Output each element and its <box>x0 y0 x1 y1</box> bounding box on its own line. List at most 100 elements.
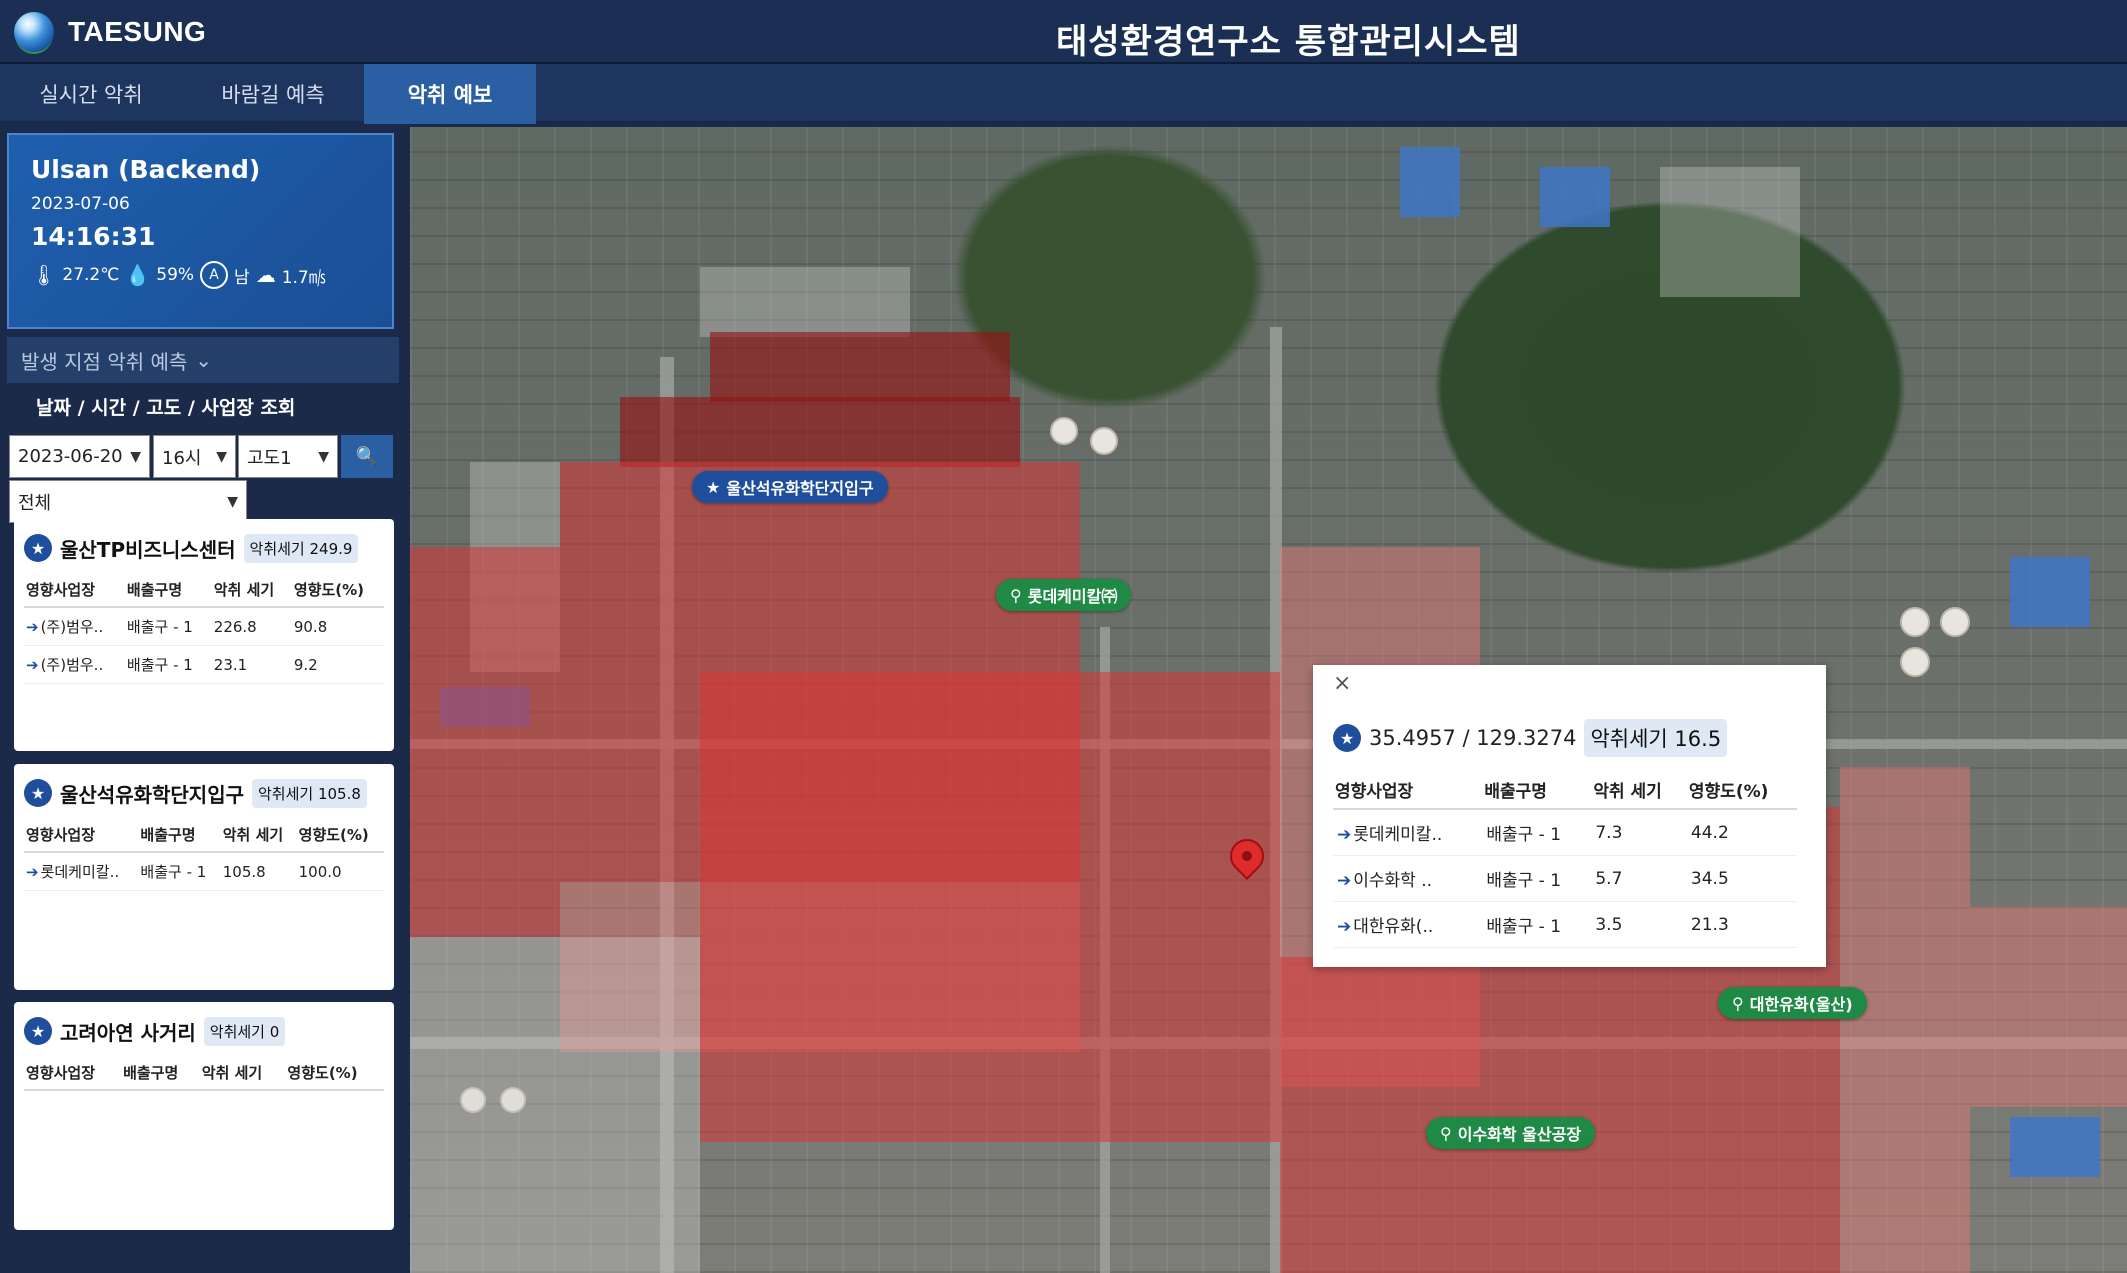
table-row[interactable]: ➔ 롯데케미칼.. 배출구 - 1 105.8 100.0 <box>24 852 384 891</box>
cell-outlet: 배출구 - 1 <box>124 645 212 684</box>
impact-table: 영향사업장 배출구명 악취 세기 영향도(%) <box>24 1056 384 1091</box>
link-arrow-icon: ➔ <box>26 863 39 881</box>
impact-table: 영향사업장 배출구명 악취 세기 영향도(%) ➔ (주)범우.. 배출구 - 1… <box>24 573 384 684</box>
cell-impact: 9.2 <box>291 645 384 684</box>
map-tank <box>1900 647 1930 677</box>
wind-speed-value: 1.7㎧ <box>281 267 326 288</box>
map-tank <box>1940 607 1970 637</box>
globe-logo-icon <box>14 12 54 52</box>
map-building <box>1540 167 1610 227</box>
heatmap-cell <box>410 547 560 937</box>
map-tank <box>1090 427 1118 455</box>
search-icon: 🔍 <box>355 446 379 467</box>
table-row[interactable]: ➔ 롯데케미칼.. 배출구 - 1 7.3 44.2 <box>1333 809 1797 856</box>
link-arrow-icon: ➔ <box>1337 871 1352 891</box>
col-header: 영향도(%) <box>291 573 384 608</box>
cell-strength: 5.7 <box>1591 855 1687 902</box>
location-pin-icon: ⚲ <box>1732 993 1744 1013</box>
station-card: ★ 고려아연 사거리 악취세기 0 영향사업장 배출구명 악취 세기 영향도(%… <box>14 1002 394 1230</box>
compass-icon: A <box>200 261 229 289</box>
station-title: 고려아연 사거리 <box>60 1020 196 1045</box>
col-header: 배출구명 <box>1482 771 1592 810</box>
date-select-value: 2023-06-20 <box>18 446 123 467</box>
main-tabs: 실시간 악취 바람길 예측 악취 예보 <box>0 64 2127 124</box>
satellite-map[interactable]: ★ 울산석유화학단지입구 ⚲ 롯데케미칼㈜ ⚲ 대한유화(울산) ⚲ 이수화학 … <box>410 127 2127 1273</box>
query-label: 날짜 / 시간 / 고도 / 사업장 조회 <box>36 397 296 419</box>
location-time: 14:16:31 <box>31 222 156 251</box>
thermometer-icon: 🌡 <box>31 263 57 287</box>
hour-select[interactable]: 16시 ▼ <box>153 435 236 478</box>
cell-business: (주)범우.. <box>40 618 104 636</box>
impact-table: 영향사업장 배출구명 악취 세기 영향도(%) ➔ 롯데케미칼.. 배출구 - 1… <box>24 818 384 891</box>
cell-impact: 100.0 <box>296 852 384 891</box>
table-row[interactable]: ➔ (주)범우.. 배출구 - 1 226.8 90.8 <box>24 607 384 646</box>
station-card: ★ 울산석유화학단지입구 악취세기 105.8 영향사업장 배출구명 악취 세기… <box>14 764 394 990</box>
link-arrow-icon: ➔ <box>1337 825 1352 845</box>
heatmap-cell <box>1840 767 1970 1273</box>
map-marker-isu[interactable]: ⚲ 이수화학 울산공장 <box>1426 1117 1596 1149</box>
cell-outlet: 배출구 - 1 <box>1482 809 1592 856</box>
col-header: 영향사업장 <box>24 1056 122 1091</box>
heatmap-cell <box>620 397 1020 467</box>
col-header: 영향도(%) <box>296 818 384 853</box>
map-tank <box>1900 607 1930 637</box>
map-building <box>2010 557 2090 627</box>
cell-impact: 34.5 <box>1686 855 1797 902</box>
brand-logo[interactable]: TAESUNG <box>14 12 206 52</box>
odor-strength-badge: 악취세기 105.8 <box>252 778 367 808</box>
table-row[interactable]: ➔ 대한유화(.. 배출구 - 1 3.5 21.3 <box>1333 901 1797 948</box>
altitude-select-value: 고도1 <box>247 447 292 469</box>
heatmap-cell <box>700 672 1280 1142</box>
cell-business: (주)범우.. <box>40 656 104 674</box>
cell-impact: 44.2 <box>1686 809 1797 856</box>
heatmap-cell <box>1660 167 1800 297</box>
odor-strength-badge: 악취세기 249.9 <box>243 533 359 563</box>
map-marker-site-entrance[interactable]: ★ 울산석유화학단지입구 <box>692 471 888 503</box>
station-title: 울산석유화학단지입구 <box>60 782 244 807</box>
weather-row: 🌡 27.2℃ 💧 59% A 남 ☁ 1.7㎧ <box>31 261 370 289</box>
table-row[interactable]: ➔ 이수화학 .. 배출구 - 1 5.7 34.5 <box>1333 855 1797 902</box>
link-arrow-icon: ➔ <box>26 656 39 674</box>
star-icon: ★ <box>24 1017 52 1045</box>
col-header: 영향도(%) <box>1686 771 1797 810</box>
date-select[interactable]: 2023-06-20 ▼ <box>9 435 150 478</box>
cell-business: 롯데케미칼.. <box>1353 825 1443 845</box>
cell-business: 이수화학 .. <box>1353 871 1433 891</box>
cell-strength: 23.1 <box>211 645 292 684</box>
chevron-down-icon: ▼ <box>318 448 329 465</box>
heatmap-cell <box>1280 957 1540 1273</box>
altitude-select[interactable]: 고도1 ▼ <box>238 435 338 478</box>
col-header: 영향사업장 <box>24 818 139 853</box>
location-pin-icon: ⚲ <box>1010 585 1022 605</box>
star-icon: ★ <box>24 779 52 807</box>
marker-label: 이수화학 울산공장 <box>1457 1125 1582 1144</box>
cell-outlet: 배출구 - 1 <box>1482 855 1592 902</box>
map-marker-daehan[interactable]: ⚲ 대한유화(울산) <box>1718 987 1867 1019</box>
heatmap-cell <box>410 937 700 1273</box>
droplet-icon: 💧 <box>125 263 151 287</box>
wind-direction-value: 남 <box>234 267 250 288</box>
location-weather-card: Ulsan (Backend) 2023-07-06 14:16:31 🌡 27… <box>7 133 394 329</box>
cell-outlet: 배출구 - 1 <box>1482 901 1592 948</box>
tab-odor-forecast[interactable]: 악취 예보 <box>364 64 536 124</box>
wind-icon: ☁ <box>255 263 276 287</box>
close-icon[interactable]: × <box>1333 671 1351 696</box>
business-select[interactable]: 전체 ▼ <box>9 480 247 523</box>
link-arrow-icon: ➔ <box>1337 917 1352 937</box>
cell-impact: 90.8 <box>291 607 384 646</box>
map-marker-lotte-chemical[interactable]: ⚲ 롯데케미칼㈜ <box>996 579 1132 611</box>
location-date: 2023-07-06 <box>31 194 130 214</box>
section-header-odor-prediction[interactable]: 발생 지점 악취 예측 ⌄ <box>7 337 399 383</box>
chevron-down-icon: ▼ <box>216 448 227 465</box>
cell-strength: 226.8 <box>211 607 292 646</box>
business-select-value: 전체 <box>18 492 52 514</box>
tab-wind-path-forecast[interactable]: 바람길 예측 <box>182 64 364 124</box>
search-button[interactable]: 🔍 <box>341 435 393 478</box>
tab-realtime-odor[interactable]: 실시간 악취 <box>0 64 182 124</box>
chevron-down-icon: ⌄ <box>195 348 213 372</box>
odor-strength-badge: 악취세기 0 <box>203 1016 286 1046</box>
table-row[interactable]: ➔ (주)범우.. 배출구 - 1 23.1 9.2 <box>24 645 384 684</box>
col-header: 배출구명 <box>121 1056 200 1091</box>
col-header: 악취 세기 <box>1591 771 1687 810</box>
cell-business: 대한유화(.. <box>1353 917 1434 937</box>
